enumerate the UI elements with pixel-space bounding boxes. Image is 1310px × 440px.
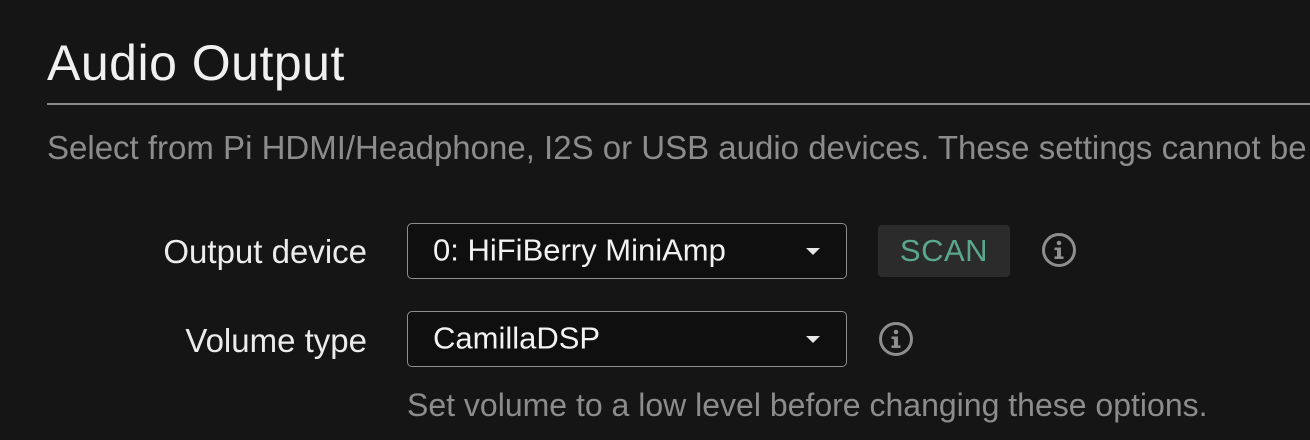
- output-device-value: 0: HiFiBerry MiniAmp: [433, 232, 726, 268]
- volume-type-value: CamillaDSP: [433, 320, 601, 356]
- output-device-label: Output device: [163, 233, 367, 270]
- volume-type-select[interactable]: CamillaDSP: [407, 311, 847, 367]
- title-divider: [47, 103, 1310, 105]
- volume-type-label: Volume type: [185, 322, 367, 359]
- chevron-down-icon: [806, 248, 820, 255]
- chevron-down-icon: [806, 336, 820, 343]
- output-device-select[interactable]: 0: HiFiBerry MiniAmp: [407, 223, 847, 279]
- info-icon[interactable]: [878, 321, 914, 357]
- volume-help-text: Set volume to a low level before changin…: [407, 387, 1208, 423]
- info-icon[interactable]: [1041, 232, 1077, 268]
- section-title: Audio Output: [47, 35, 345, 91]
- section-description: Select from Pi HDMI/Headphone, I2S or US…: [47, 129, 1310, 166]
- scan-button[interactable]: SCAN: [878, 225, 1010, 277]
